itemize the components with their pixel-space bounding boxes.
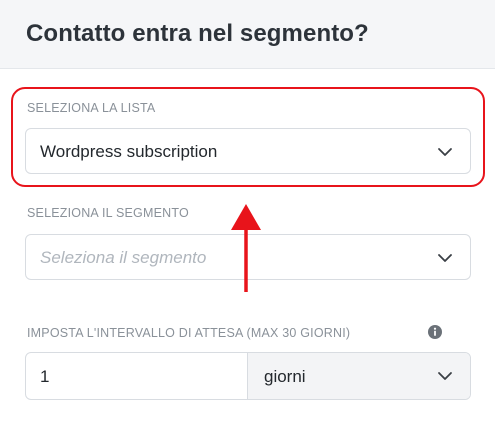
interval-field-label: IMPOSTA L'INTERVALLO DI ATTESA (MAX 30 G… bbox=[27, 326, 351, 340]
interval-value: 1 bbox=[40, 367, 50, 386]
segment-condition-panel: Contatto entra nel segmento? SELEZIONA L… bbox=[0, 0, 495, 440]
interval-unit-value: giorni bbox=[264, 367, 306, 386]
arrow-up-annotation-icon bbox=[231, 204, 261, 292]
page-title: Contatto entra nel segmento? bbox=[26, 20, 369, 47]
interval-value-input[interactable]: 1 bbox=[26, 353, 248, 399]
segment-select-placeholder: Seleziona il segmento bbox=[40, 248, 207, 267]
highlight-annotation bbox=[11, 87, 485, 187]
interval-unit-select[interactable]: giorni bbox=[248, 353, 470, 399]
chevron-down-icon bbox=[438, 254, 452, 262]
interval-combo: 1 giorni bbox=[25, 352, 471, 400]
info-icon[interactable] bbox=[428, 325, 442, 339]
panel-header: Contatto entra nel segmento? bbox=[0, 0, 495, 69]
chevron-down-icon bbox=[438, 372, 452, 380]
segment-field-label: SELEZIONA IL SEGMENTO bbox=[27, 206, 189, 220]
